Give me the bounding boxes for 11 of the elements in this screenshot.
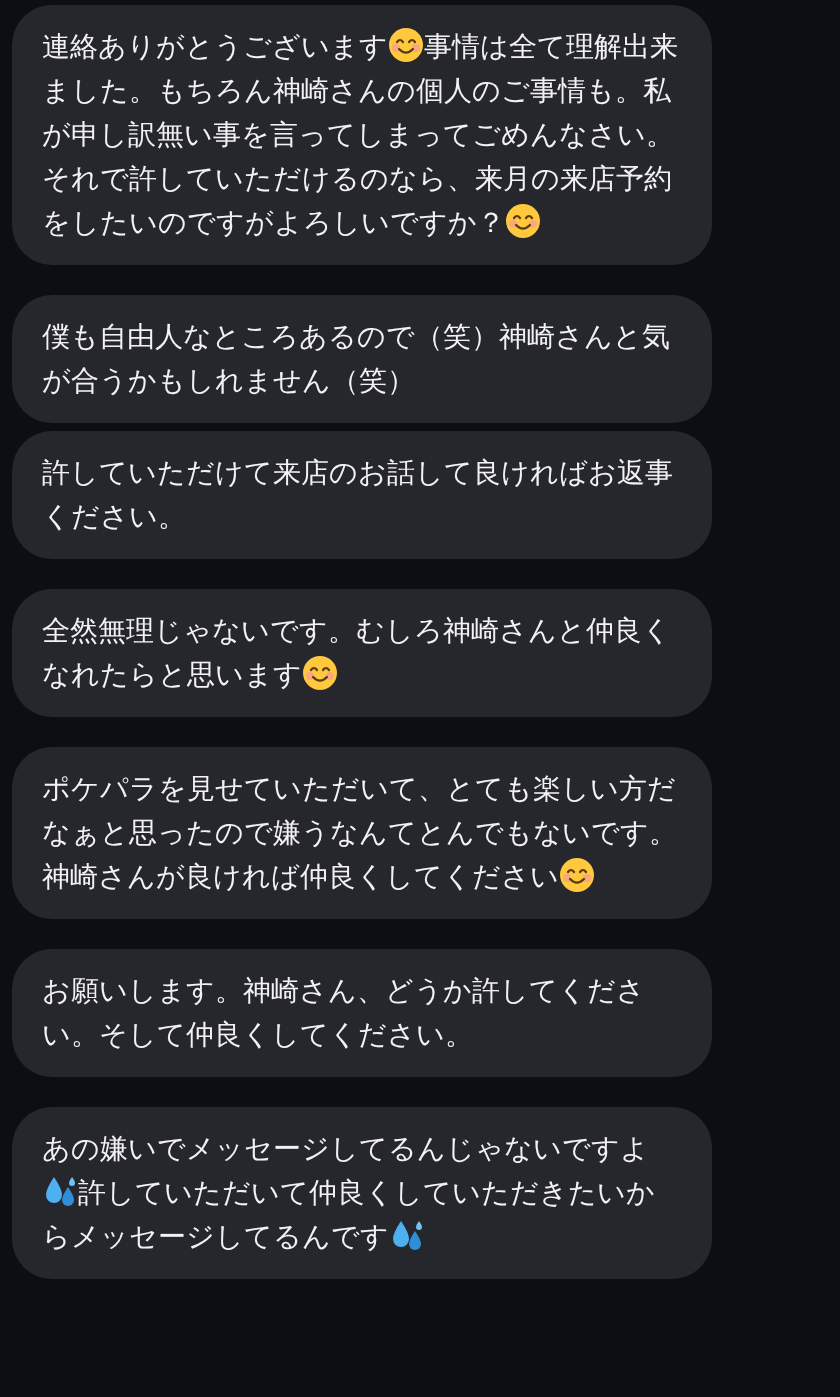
message-text: 僕も自由人なところあるので（笑）神崎さんと気が合うかもしれません（笑） — [42, 319, 671, 399]
message-text: 連絡ありがとうございます 事情は全て理解出来ました。もちろん神崎さんの個人のご事情も。私が申し訳無い事を言ってしまってごめんなさい。それで許していただけるのなら、来月の来店予約をしたいのですがよろしいですか？ — [42, 25, 682, 245]
message-text: 許していただけて来店のお話して良ければお返事ください。 — [42, 455, 674, 535]
smiling-face-icon — [302, 655, 338, 691]
smiling-face-icon — [388, 27, 424, 63]
message-text: お願いします。神崎さん、どうか許してください。そして仲良くしてください。 — [42, 973, 646, 1053]
message-text: 全然無理じゃないです。むしろ神崎さんと仲良くなれたらと思います — [42, 613, 672, 693]
smiling-face-icon — [559, 857, 595, 893]
smiling-face-icon — [505, 203, 541, 239]
message-text: ポケパラを見せていただいて、とても楽しい方だなぁと思ったので嫌うなんてとんでもないです。神崎さんが良ければ仲良くしてください — [42, 771, 678, 895]
message-text: あの嫌いでメッセージしてるんじゃないですよ 許していただいて仲良くしていただきたいからメッセージしてるんです — [42, 1131, 656, 1255]
